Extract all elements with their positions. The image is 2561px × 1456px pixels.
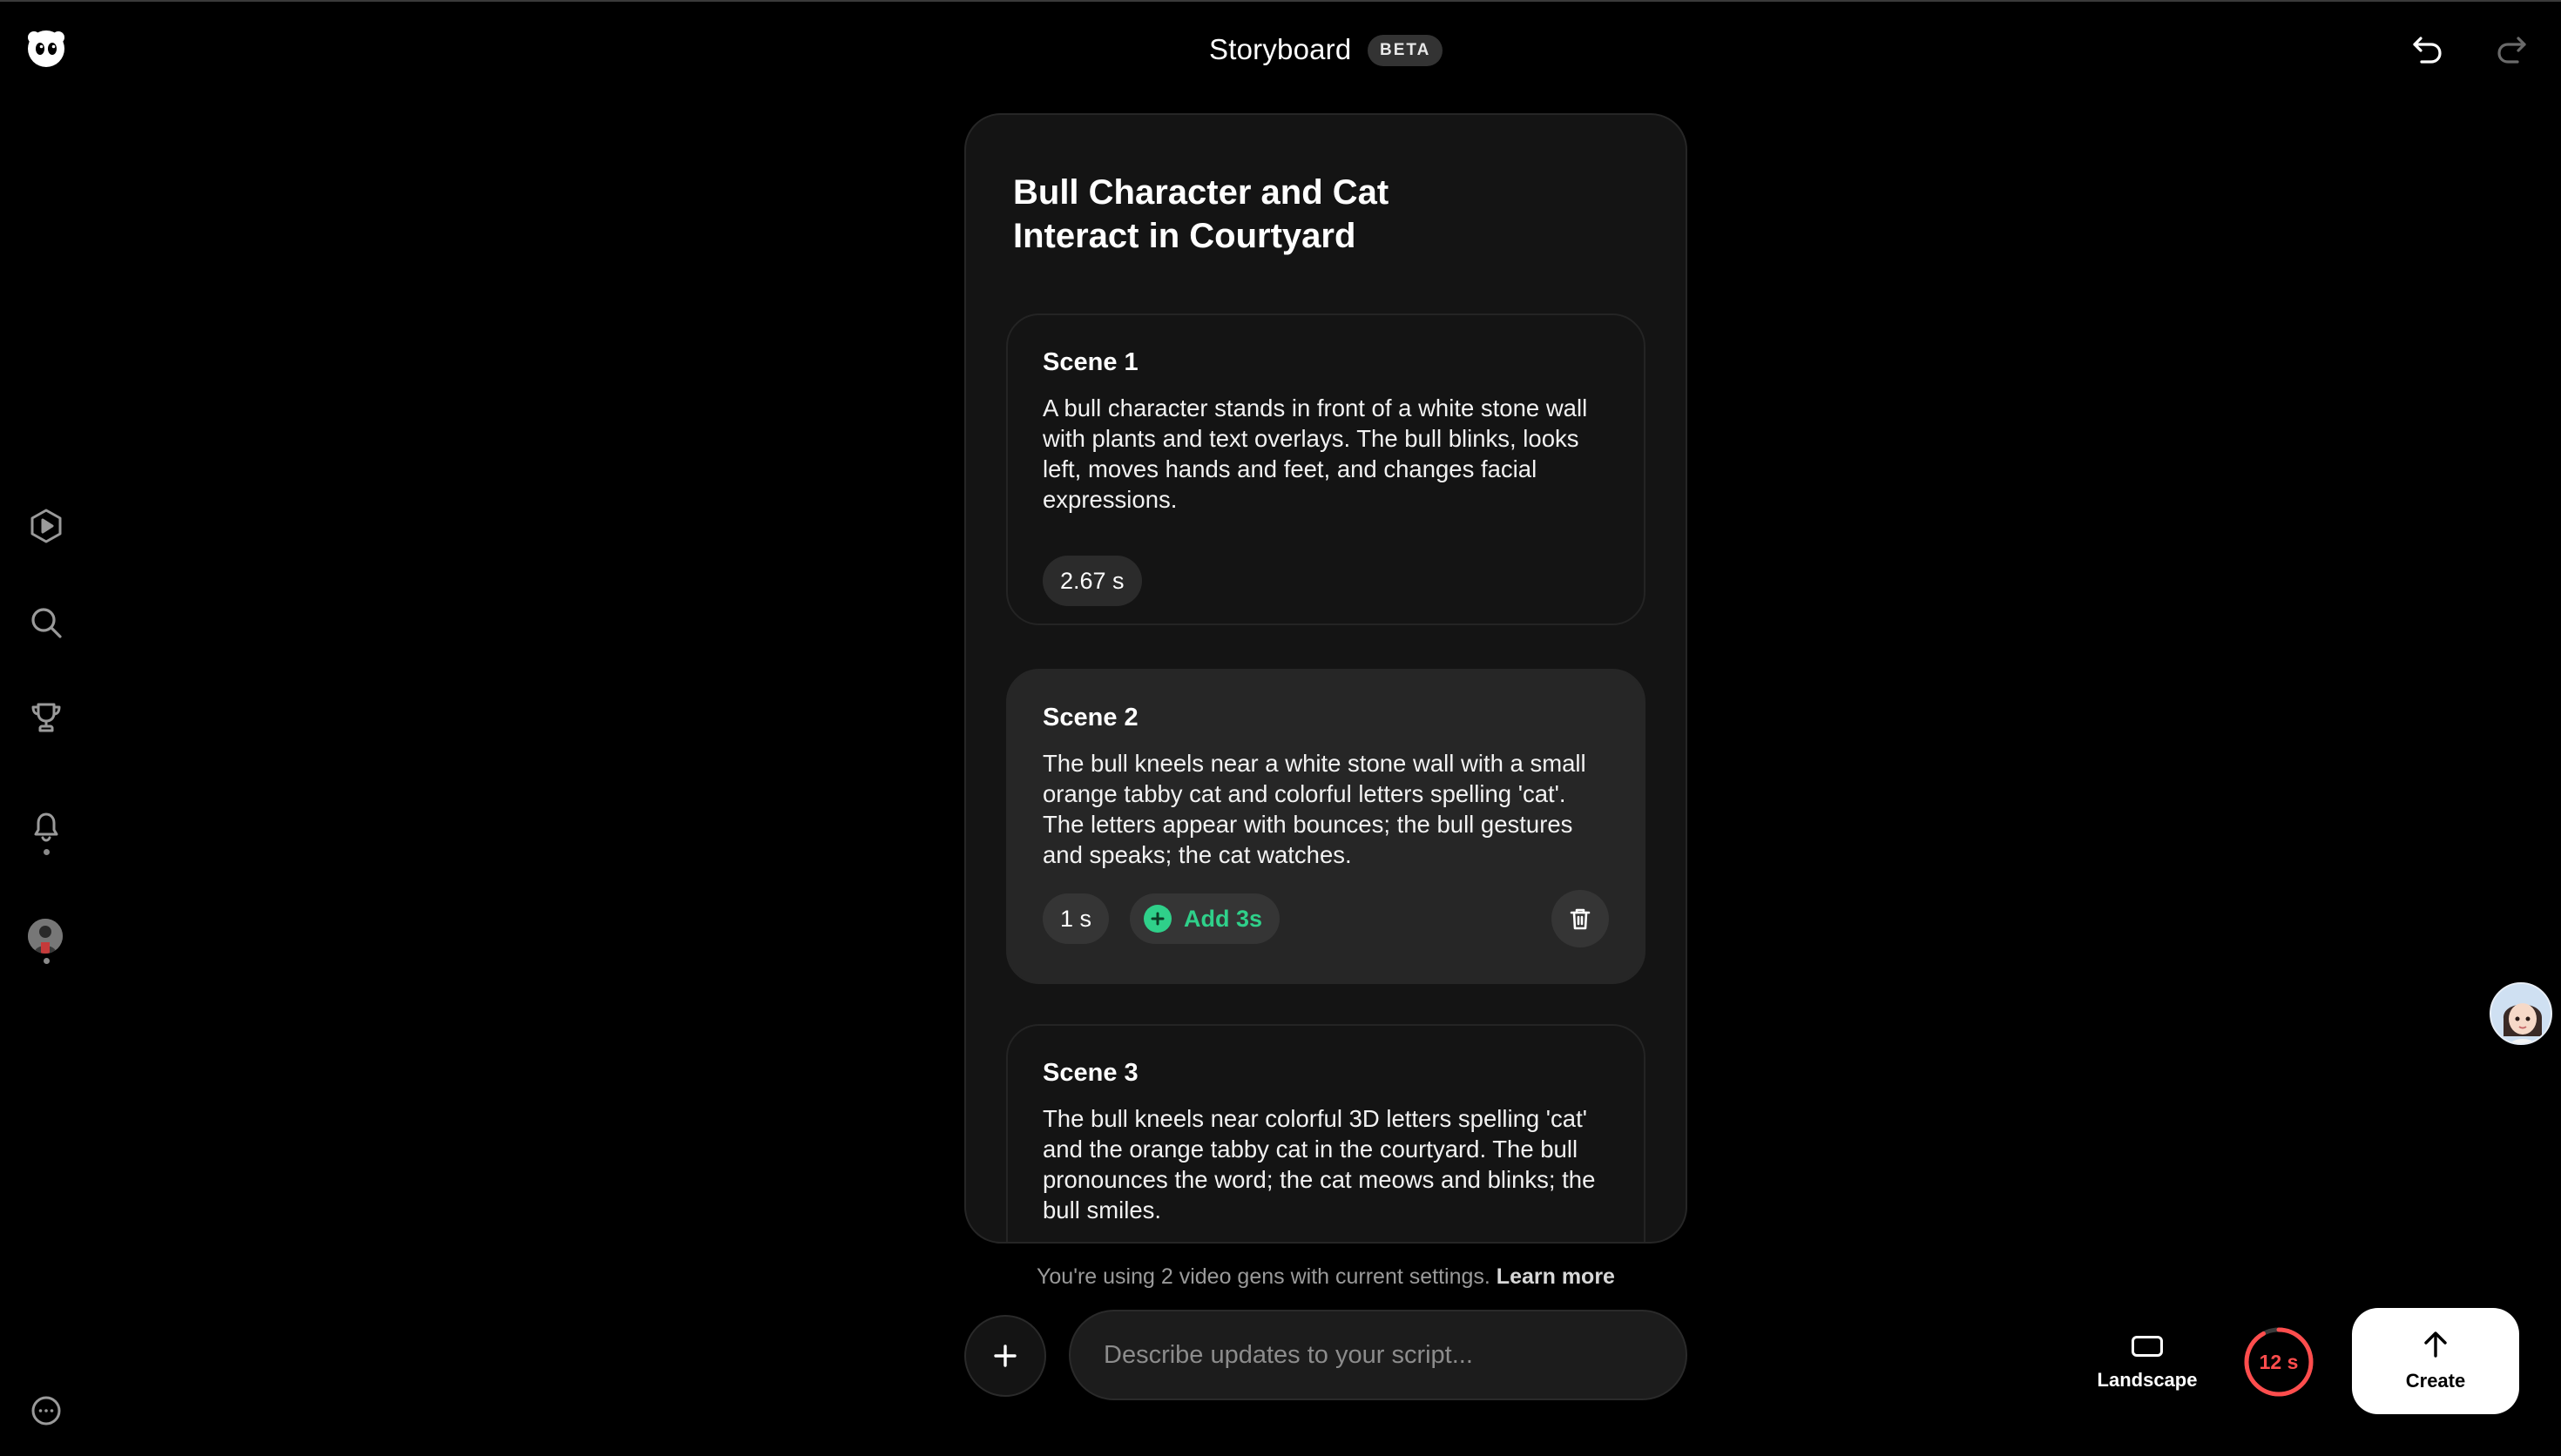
delete-scene-button[interactable]: [1551, 890, 1609, 947]
orientation-label: Landscape: [2097, 1369, 2198, 1391]
scene-card-1[interactable]: Scene 1 A bull character stands in front…: [1006, 313, 1645, 625]
notifications-bell-icon[interactable]: [26, 806, 66, 846]
scene-label: Scene 3: [1043, 1059, 1139, 1087]
search-icon[interactable]: [26, 603, 66, 643]
landscape-icon: [2132, 1336, 2163, 1357]
redo-icon[interactable]: [2493, 31, 2530, 68]
profile-indicator-dot: [44, 958, 50, 964]
top-border: [0, 0, 2561, 2]
plus-icon: [1144, 905, 1172, 933]
scene-card-2[interactable]: Scene 2 The bull kneels near a white sto…: [1006, 669, 1645, 984]
duration-timer-label: 12 s: [2259, 1351, 2299, 1373]
trash-icon: [1570, 908, 1591, 930]
scene-card-3[interactable]: Scene 3 The bull kneels near colorful 3D…: [1006, 1024, 1645, 1242]
orientation-toggle[interactable]: Landscape: [2091, 1332, 2204, 1399]
script-update-input[interactable]: [1069, 1310, 1687, 1400]
scene-label: Scene 1: [1043, 348, 1139, 376]
usage-note: You're using 2 video gens with current s…: [964, 1264, 1687, 1290]
storyboard-title: Bull Character and Cat Interact in Court…: [1013, 173, 1389, 255]
add-attachment-button[interactable]: [964, 1315, 1046, 1397]
profile-avatar[interactable]: [28, 919, 63, 954]
scene-duration-chip[interactable]: 2.67 s: [1043, 556, 1142, 606]
add-duration-label: Add 3s: [1184, 906, 1263, 932]
storyboard-panel: Bull Character and Cat Interact in Court…: [964, 113, 1687, 1244]
beta-badge: BETA: [1368, 35, 1443, 66]
videos-icon[interactable]: [26, 506, 66, 546]
scene-description: A bull character stands in front of a wh…: [1043, 394, 1588, 513]
learn-more-link[interactable]: Learn more: [1497, 1264, 1615, 1289]
scene-description: The bull kneels near a white stone wall …: [1043, 750, 1586, 868]
create-button[interactable]: Create: [2352, 1308, 2519, 1414]
usage-text: You're using 2 video gens with current s…: [1037, 1264, 1490, 1289]
page-title: Storyboard: [1209, 33, 1352, 65]
app-logo-icon[interactable]: [24, 26, 68, 70]
arrow-up-icon: [2424, 1331, 2447, 1358]
more-options-icon[interactable]: [26, 1391, 66, 1431]
add-duration-button[interactable]: Add 3s: [1130, 893, 1280, 944]
notification-indicator-dot: [44, 849, 50, 855]
assistant-avatar[interactable]: [2490, 982, 2552, 1045]
scene-duration-chip[interactable]: 1 s: [1043, 893, 1110, 944]
undo-icon[interactable]: [2409, 31, 2446, 68]
scene-label: Scene 2: [1043, 704, 1139, 731]
create-label: Create: [2405, 1370, 2466, 1392]
plus-icon: [994, 1345, 1017, 1367]
scene-description: The bull kneels near colorful 3D letters…: [1043, 1105, 1596, 1223]
trophy-icon[interactable]: [26, 698, 66, 738]
